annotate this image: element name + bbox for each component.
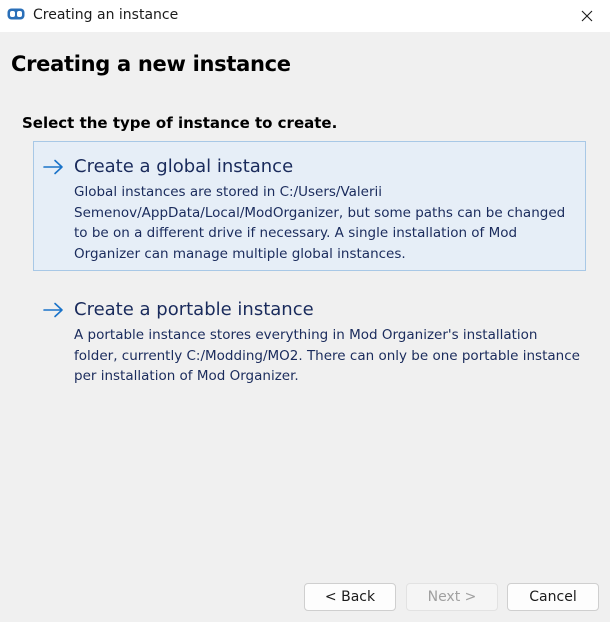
create-portable-instance-option[interactable]: Create a portable instance A portable in… xyxy=(33,284,586,384)
page-subtitle: Select the type of instance to create. xyxy=(22,114,338,132)
mod-organizer-icon xyxy=(7,8,25,20)
option-title: Create a global instance xyxy=(74,156,294,177)
dialog-window: Creating an instance Creating a new inst… xyxy=(0,0,610,622)
title-bar: Creating an instance xyxy=(0,0,610,32)
arrow-right-icon xyxy=(43,159,63,175)
create-global-instance-option[interactable]: Create a global instance Global instance… xyxy=(33,141,586,271)
close-icon xyxy=(581,10,593,22)
close-button[interactable] xyxy=(564,0,610,32)
arrow-right-icon xyxy=(43,302,63,318)
option-title: Create a portable instance xyxy=(74,299,314,320)
option-description: Global instances are stored in C:/Users/… xyxy=(74,184,566,262)
back-button[interactable]: < Back xyxy=(304,583,396,611)
window-title: Creating an instance xyxy=(33,7,179,23)
option-description: A portable instance stores everything in… xyxy=(74,327,580,384)
cancel-button[interactable]: Cancel xyxy=(507,583,599,611)
next-button[interactable]: Next > xyxy=(406,583,498,611)
page-title: Creating a new instance xyxy=(11,52,291,76)
